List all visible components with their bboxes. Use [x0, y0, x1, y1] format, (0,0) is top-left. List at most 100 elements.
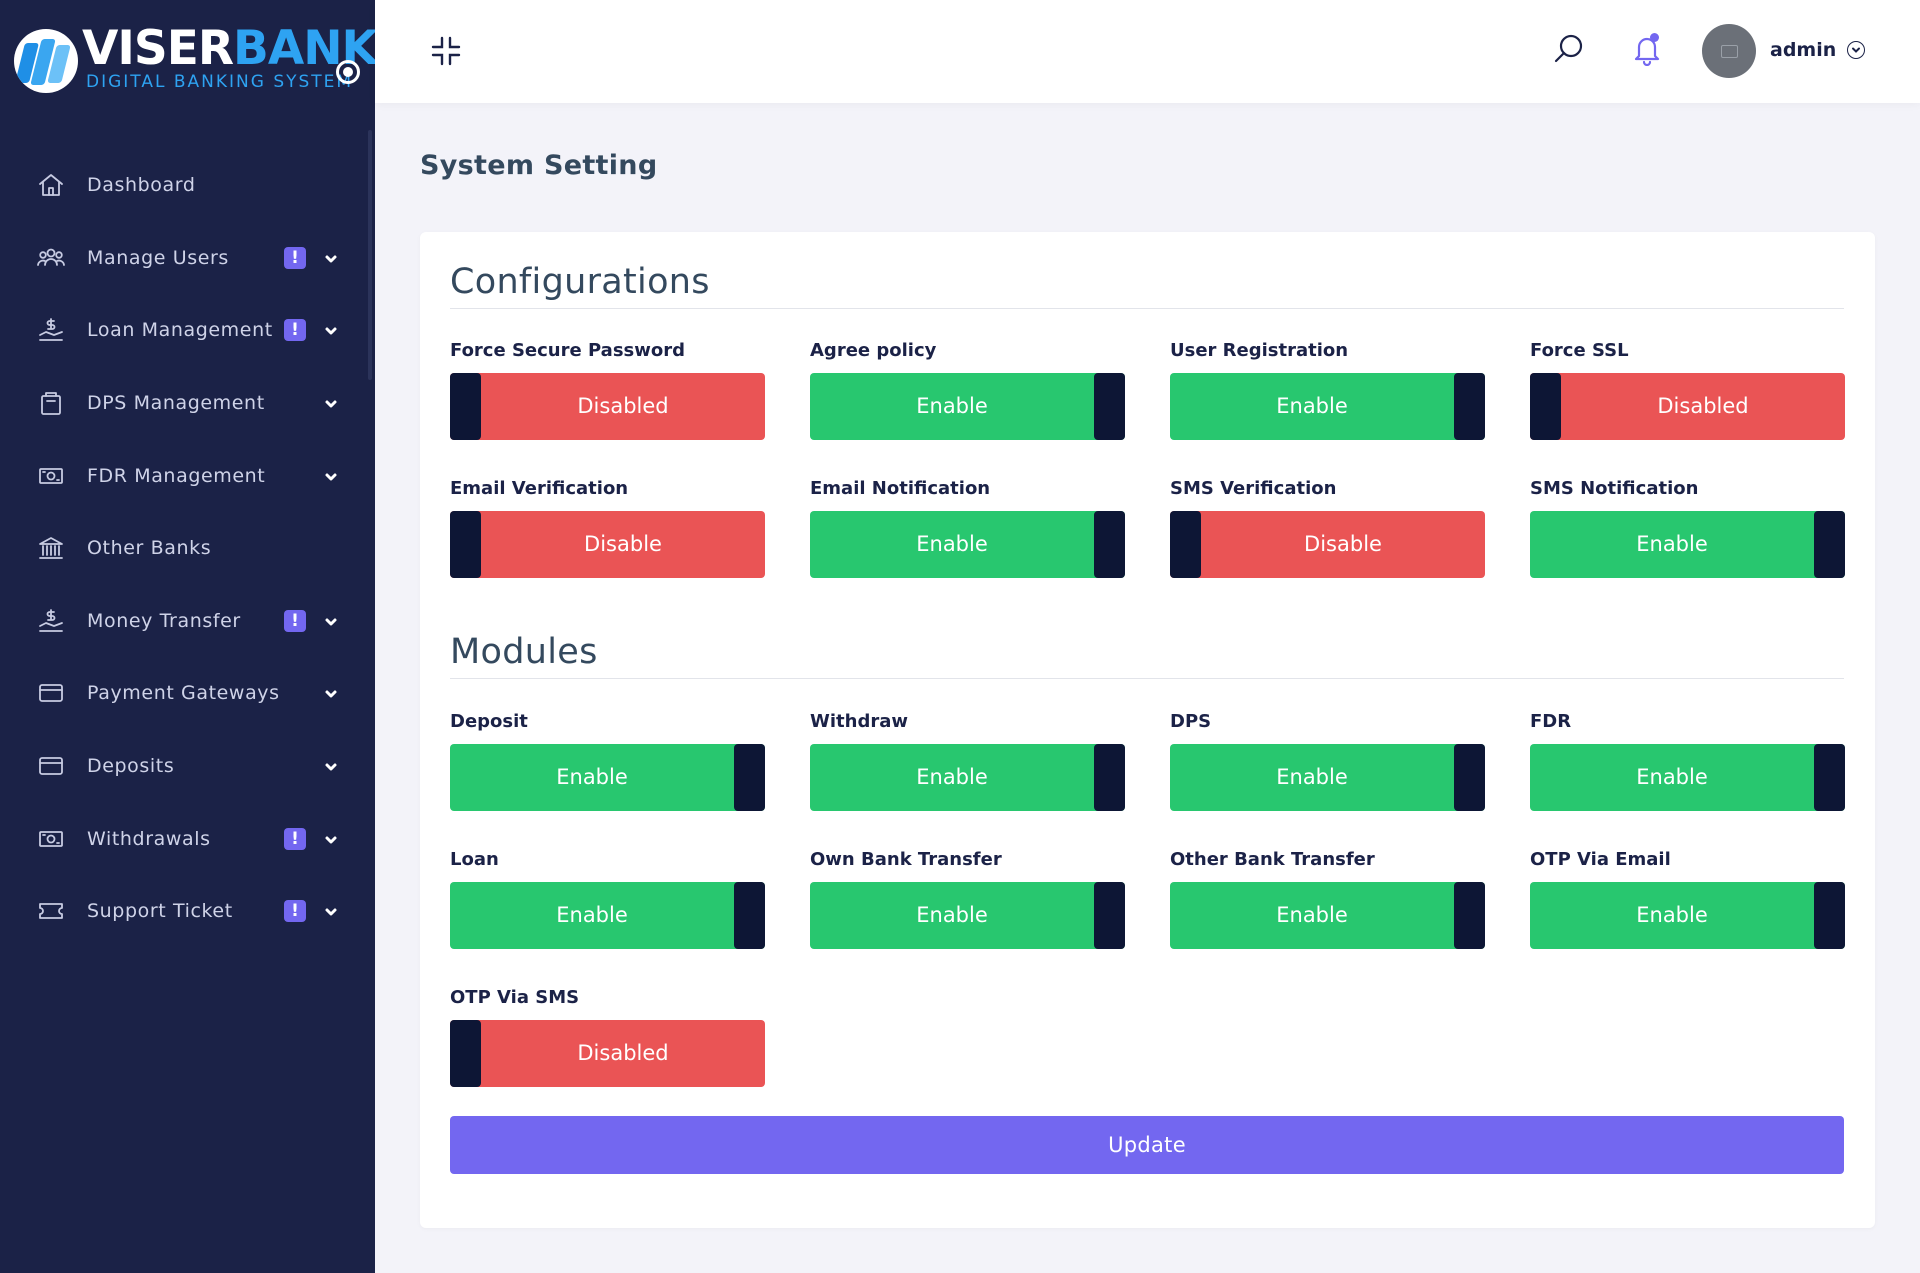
toggle-handle[interactable]: [1814, 744, 1845, 811]
chevron-down-icon: [324, 686, 338, 700]
dps-label: DPS: [1170, 711, 1212, 732]
force-secure-password-label: Force Secure Password: [450, 340, 686, 361]
sidebar-item-money-transfer[interactable]: Money Transfer!: [0, 585, 375, 658]
toggle-state-label: Enable: [556, 765, 628, 789]
agree-policy-toggle[interactable]: Enable: [810, 373, 1125, 440]
chevron-down-icon[interactable]: [1847, 41, 1865, 59]
sms-notification-toggle[interactable]: Enable: [1530, 511, 1845, 578]
sms-verification-toggle[interactable]: Disable: [1170, 511, 1485, 578]
toggle-state-label: Enable: [916, 532, 988, 556]
credit-card-icon: [36, 751, 66, 781]
sidebar-item-label: Money Transfer: [87, 609, 241, 632]
deposit-label: Deposit: [450, 711, 528, 732]
users-icon: [36, 243, 66, 273]
email-verification-toggle[interactable]: Disable: [450, 511, 765, 578]
email-verification-label: Email Verification: [450, 478, 629, 499]
toggle-handle[interactable]: [734, 744, 765, 811]
loan-toggle[interactable]: Enable: [450, 882, 765, 949]
sidebar-item-withdrawals[interactable]: Withdrawals!: [0, 802, 375, 875]
settings-card: Configurations Modules Update Force Secu…: [420, 232, 1875, 1228]
toggle-handle[interactable]: [1814, 882, 1845, 949]
other-bank-transfer-label: Other Bank Transfer: [1170, 849, 1375, 870]
force-secure-password-toggle[interactable]: Disabled: [450, 373, 765, 440]
toggle-handle[interactable]: [1530, 373, 1561, 440]
toggle-handle[interactable]: [1454, 373, 1485, 440]
sidebar-item-dashboard[interactable]: Dashboard: [0, 149, 375, 222]
other-bank-transfer-toggle[interactable]: Enable: [1170, 882, 1485, 949]
hand-coin-icon: [36, 606, 66, 636]
chevron-down-icon: [324, 904, 338, 918]
hand-coin-icon: [36, 315, 66, 345]
toggle-state-label: Enable: [916, 903, 988, 927]
alert-badge: !: [284, 827, 306, 850]
top-header: admin: [375, 0, 1920, 103]
toggle-state-label: Enable: [1636, 532, 1708, 556]
update-button[interactable]: Update: [450, 1116, 1844, 1174]
sidebar-item-loan-management[interactable]: Loan Management!: [0, 294, 375, 367]
toggle-handle[interactable]: [1094, 882, 1125, 949]
sidebar: VISERBANK DIGITAL BANKING SYSTEM Dashboa…: [0, 0, 378, 1273]
toggle-handle[interactable]: [450, 373, 481, 440]
sidebar-collapse-toggle[interactable]: [336, 60, 360, 84]
sidebar-item-fdr-management[interactable]: FDR Management: [0, 439, 375, 512]
toggle-state-label: Enable: [1276, 903, 1348, 927]
search-icon[interactable]: [1552, 32, 1586, 66]
sidebar-item-label: Payment Gateways: [87, 682, 280, 705]
sidebar-item-label: Support Ticket: [87, 900, 233, 923]
chevron-down-icon: [324, 469, 338, 483]
money-bill-icon: [36, 461, 66, 491]
notification-dot: [1650, 33, 1659, 42]
toggle-handle[interactable]: [1094, 511, 1125, 578]
toggle-state-label: Disable: [584, 532, 662, 556]
otp-via-sms-toggle[interactable]: Disabled: [450, 1020, 765, 1087]
dps-toggle[interactable]: Enable: [1170, 744, 1485, 811]
toggle-handle[interactable]: [1094, 744, 1125, 811]
alert-badge: !: [284, 319, 306, 342]
toggle-handle[interactable]: [1454, 744, 1485, 811]
alert-badge: !: [284, 609, 306, 632]
email-notification-toggle[interactable]: Enable: [810, 511, 1125, 578]
sidebar-nav: Dashboard Manage Users! Loan Management! DP…: [0, 149, 375, 948]
brand-logo[interactable]: VISERBANK DIGITAL BANKING SYSTEM: [14, 21, 378, 100]
toggle-handle[interactable]: [1170, 511, 1201, 578]
toggle-state-label: Enable: [1276, 765, 1348, 789]
brand-name-part1: VISER: [82, 21, 234, 76]
toggle-handle[interactable]: [734, 882, 765, 949]
toggle-handle[interactable]: [450, 511, 481, 578]
money-bill-icon: [36, 824, 66, 854]
sidebar-item-label: FDR Management: [87, 464, 266, 487]
email-notification-label: Email Notification: [810, 478, 991, 499]
sidebar-item-label: Other Banks: [87, 537, 212, 560]
toggle-state-label: Enable: [916, 765, 988, 789]
deposit-toggle[interactable]: Enable: [450, 744, 765, 811]
sidebar-item-label: Withdrawals: [87, 827, 211, 850]
logo-mark-icon: [14, 29, 78, 93]
toggle-handle[interactable]: [1814, 511, 1845, 578]
sidebar-item-deposits[interactable]: Deposits: [0, 730, 375, 803]
sidebar-item-payment-gateways[interactable]: Payment Gateways: [0, 657, 375, 730]
sidebar-item-manage-users[interactable]: Manage Users!: [0, 222, 375, 295]
otp-via-email-toggle[interactable]: Enable: [1530, 882, 1845, 949]
own-bank-transfer-toggle[interactable]: Enable: [810, 882, 1125, 949]
toggle-handle[interactable]: [450, 1020, 481, 1087]
configurations-title: Configurations: [450, 262, 710, 302]
sidebar-item-other-banks[interactable]: Other Banks: [0, 512, 375, 585]
user-registration-toggle[interactable]: Enable: [1170, 373, 1485, 440]
alert-badge: !: [284, 900, 306, 923]
toggle-handle[interactable]: [1094, 373, 1125, 440]
sidebar-item-dps-management[interactable]: DPS Management: [0, 367, 375, 440]
toggle-handle[interactable]: [1454, 882, 1485, 949]
otp-via-sms-label: OTP Via SMS: [450, 987, 580, 1008]
sms-notification-label: SMS Notification: [1530, 478, 1699, 499]
chevron-down-icon: [324, 759, 338, 773]
sidebar-item-support-ticket[interactable]: Support Ticket!: [0, 875, 375, 948]
sms-verification-label: SMS Verification: [1170, 478, 1337, 499]
compress-icon[interactable]: [431, 36, 461, 66]
force-ssl-toggle[interactable]: Disabled: [1530, 373, 1845, 440]
avatar[interactable]: [1702, 24, 1756, 78]
withdraw-toggle[interactable]: Enable: [810, 744, 1125, 811]
toggle-state-label: Disabled: [577, 394, 669, 418]
user-name[interactable]: admin: [1770, 39, 1836, 61]
withdraw-label: Withdraw: [810, 711, 908, 732]
fdr-toggle[interactable]: Enable: [1530, 744, 1845, 811]
